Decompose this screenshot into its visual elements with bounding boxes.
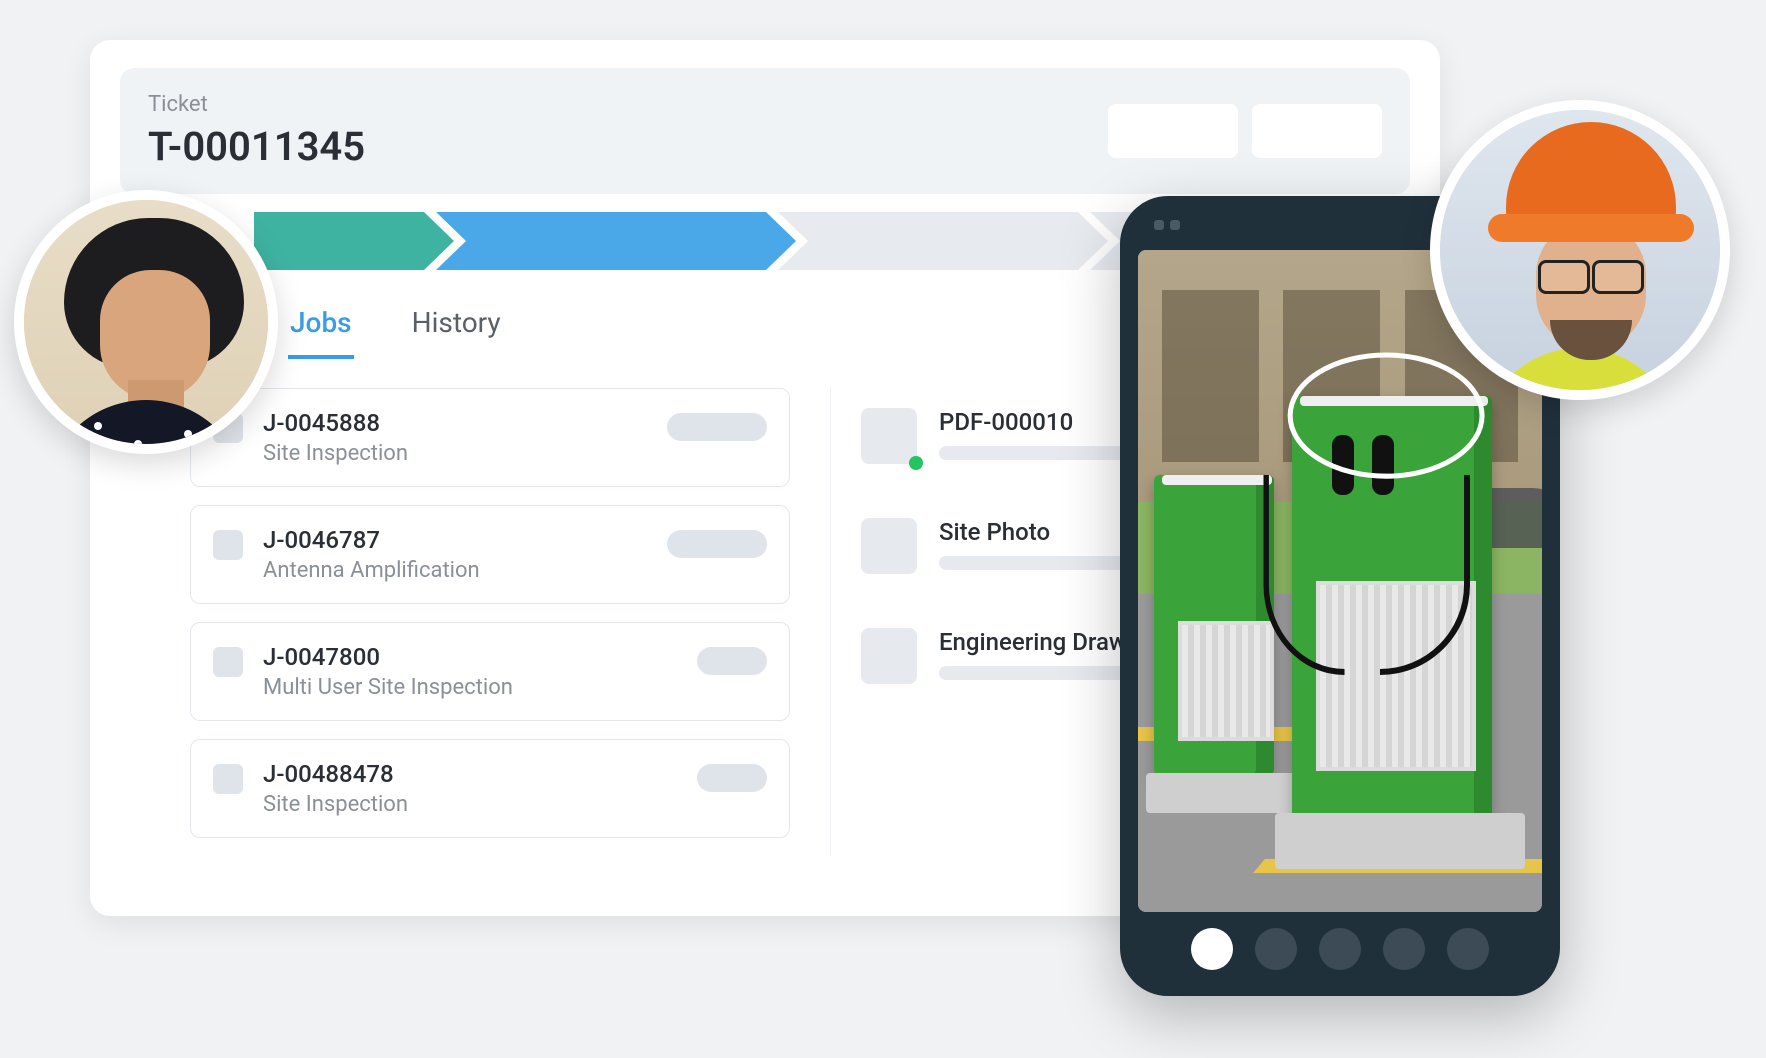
carousel-dot[interactable]	[1447, 928, 1489, 970]
stage-3[interactable]	[778, 212, 1108, 270]
carousel-dots	[1120, 928, 1560, 970]
file-meta-placeholder	[939, 446, 1139, 460]
job-checkbox[interactable]	[213, 530, 243, 560]
carousel-dot[interactable]	[1319, 928, 1361, 970]
phone-status-icon	[1154, 220, 1184, 232]
job-status-pill	[667, 530, 767, 558]
job-subtitle: Site Inspection	[263, 792, 677, 817]
job-checkbox[interactable]	[213, 764, 243, 794]
stage-1[interactable]	[254, 212, 454, 270]
avatar-technician	[1430, 100, 1730, 400]
job-subtitle: Antenna Amplification	[263, 558, 647, 583]
file-meta-placeholder	[939, 556, 1139, 570]
ticket-label: Ticket	[148, 92, 365, 117]
job-subtitle: Multi User Site Inspection	[263, 675, 677, 700]
job-id: J-0046787	[263, 526, 647, 554]
file-thumbnail-icon	[861, 408, 917, 464]
header-action-2[interactable]	[1252, 104, 1382, 158]
job-row[interactable]: J-0047800 Multi User Site Inspection	[190, 622, 790, 721]
carousel-dot[interactable]	[1191, 928, 1233, 970]
job-subtitle: Site Inspection	[263, 441, 647, 466]
header-action-1[interactable]	[1108, 104, 1238, 158]
carousel-dot[interactable]	[1383, 928, 1425, 970]
job-row[interactable]: J-0046787 Antenna Amplification	[190, 505, 790, 604]
jobs-list: J-0045888 Site Inspection J-0046787 Ante…	[190, 388, 790, 856]
tab-history[interactable]: History	[410, 298, 503, 359]
file-meta-placeholder	[939, 666, 1139, 680]
carousel-dot[interactable]	[1255, 928, 1297, 970]
job-checkbox[interactable]	[213, 647, 243, 677]
header-actions	[1108, 104, 1382, 158]
job-id: J-00488478	[263, 760, 677, 788]
file-thumbnail-icon	[861, 518, 917, 574]
job-id: J-0047800	[263, 643, 677, 671]
job-status-pill	[697, 647, 767, 675]
job-row[interactable]: J-00488478 Site Inspection	[190, 739, 790, 838]
ticket-id: T-00011345	[148, 123, 365, 170]
ticket-header: Ticket T-00011345	[120, 68, 1410, 194]
avatar-agent	[14, 190, 278, 454]
status-indicator-icon	[909, 456, 923, 470]
job-status-pill	[697, 764, 767, 792]
job-id: J-0045888	[263, 409, 647, 437]
job-status-pill	[667, 413, 767, 441]
file-thumbnail-icon	[861, 628, 917, 684]
ticket-title-block: Ticket T-00011345	[148, 92, 365, 170]
stage-2[interactable]	[436, 212, 796, 270]
tab-jobs[interactable]: Jobs	[288, 298, 354, 359]
job-row[interactable]: J-0045888 Site Inspection	[190, 388, 790, 487]
